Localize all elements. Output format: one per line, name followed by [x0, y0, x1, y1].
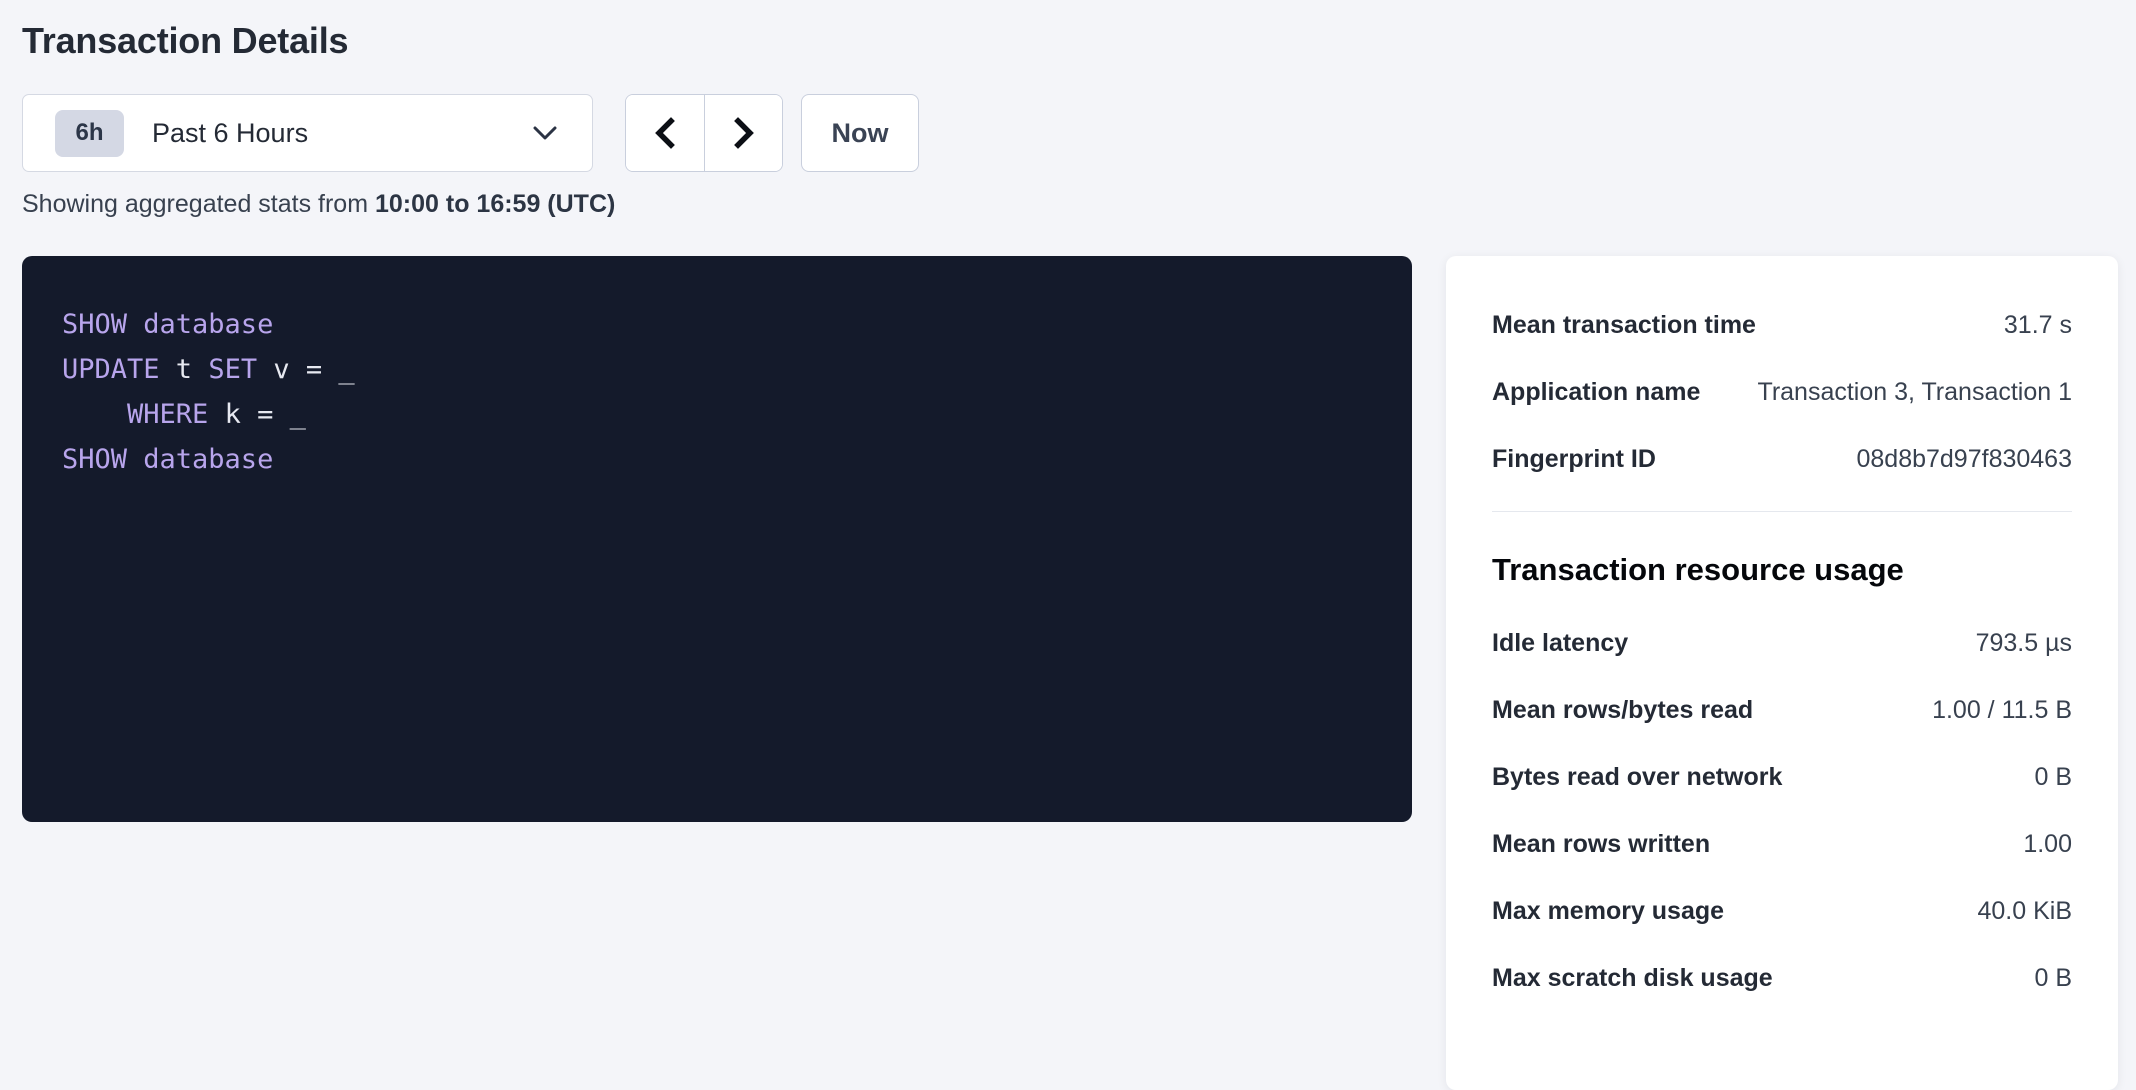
stat-value: 31.7 s [2004, 310, 2072, 340]
time-range-label: Past 6 Hours [152, 118, 308, 149]
stat-label: Max memory usage [1492, 896, 1744, 926]
stat-row: Application name Transaction 3, Transact… [1492, 377, 2072, 407]
sql-token: UPDATE [62, 354, 160, 385]
stat-value: 0 B [2034, 762, 2072, 792]
stat-row: Idle latency 793.5 µs [1492, 628, 2072, 658]
sql-token [62, 399, 127, 430]
stat-label: Mean transaction time [1492, 310, 1776, 340]
chevron-right-icon [731, 117, 757, 149]
transaction-summary-panel: Mean transaction time 31.7 s Application… [1446, 256, 2118, 1090]
sql-line: SHOW database [62, 437, 1372, 482]
stat-row: Bytes read over network 0 B [1492, 762, 2072, 792]
stat-row: Mean transaction time 31.7 s [1492, 310, 2072, 340]
prev-time-button[interactable] [626, 95, 704, 171]
stat-label: Fingerprint ID [1492, 444, 1676, 474]
subtitle-prefix: Showing aggregated stats from [22, 190, 375, 218]
time-range-dropdown[interactable]: 6h Past 6 Hours [22, 94, 593, 172]
subtitle-range: 10:00 to 16:59 (UTC) [375, 190, 615, 218]
time-controls: 6h Past 6 Hours Now [22, 94, 2118, 172]
stat-row: Fingerprint ID 08d8b7d97f830463 [1492, 444, 2072, 474]
aggregation-subtitle: Showing aggregated stats from 10:00 to 1… [22, 190, 2118, 219]
main-content: SHOW database UPDATE t SET v = _ WHERE k … [22, 256, 2118, 1090]
sql-token: SHOW database [62, 444, 273, 475]
resource-usage-heading: Transaction resource usage [1492, 552, 2072, 588]
chevron-left-icon [652, 117, 678, 149]
stat-value: 0 B [2034, 963, 2072, 993]
stat-row: Max scratch disk usage 0 B [1492, 963, 2072, 993]
stat-value: 793.5 µs [1976, 628, 2072, 658]
next-time-button[interactable] [704, 95, 782, 171]
sql-statement-box: SHOW database UPDATE t SET v = _ WHERE k … [22, 256, 1412, 822]
stat-label: Bytes read over network [1492, 762, 1802, 792]
stat-label: Application name [1492, 377, 1720, 407]
stat-label: Mean rows written [1492, 829, 1730, 859]
stat-value: 1.00 / 11.5 B [1932, 695, 2072, 725]
summary-rows: Mean transaction time 31.7 s Application… [1492, 310, 2072, 474]
page-title: Transaction Details [22, 20, 2118, 62]
stat-label: Mean rows/bytes read [1492, 695, 1773, 725]
stat-label: Max scratch disk usage [1492, 963, 1793, 993]
sql-token: k = _ [208, 399, 306, 430]
stat-label: Idle latency [1492, 628, 1648, 658]
stat-value: 1.00 [2023, 829, 2072, 859]
stat-value: 08d8b7d97f830463 [1856, 444, 2072, 474]
stat-row: Mean rows written 1.00 [1492, 829, 2072, 859]
time-nav-group [625, 94, 783, 172]
sql-token: SET [208, 354, 257, 385]
panel-divider [1492, 511, 2072, 512]
sql-token: WHERE [127, 399, 208, 430]
sql-token: t [160, 354, 209, 385]
sql-token: SHOW database [62, 309, 273, 340]
now-button[interactable]: Now [801, 94, 919, 172]
transaction-details-page: Transaction Details 6h Past 6 Hours Now … [0, 0, 2136, 1072]
sql-code: SHOW database UPDATE t SET v = _ WHERE k … [62, 302, 1372, 482]
stat-value: 40.0 KiB [1977, 896, 2072, 926]
stat-value: Transaction 3, Transaction 1 [1757, 377, 2072, 407]
resource-rows: Idle latency 793.5 µs Mean rows/bytes re… [1492, 628, 2072, 993]
stat-row: Mean rows/bytes read 1.00 / 11.5 B [1492, 695, 2072, 725]
sql-line: SHOW database [62, 302, 1372, 347]
chevron-down-icon [532, 125, 558, 141]
stat-row: Max memory usage 40.0 KiB [1492, 896, 2072, 926]
sql-token: v = _ [257, 354, 355, 385]
sql-line: WHERE k = _ [62, 392, 1372, 437]
time-range-badge: 6h [55, 110, 124, 157]
sql-line: UPDATE t SET v = _ [62, 347, 1372, 392]
